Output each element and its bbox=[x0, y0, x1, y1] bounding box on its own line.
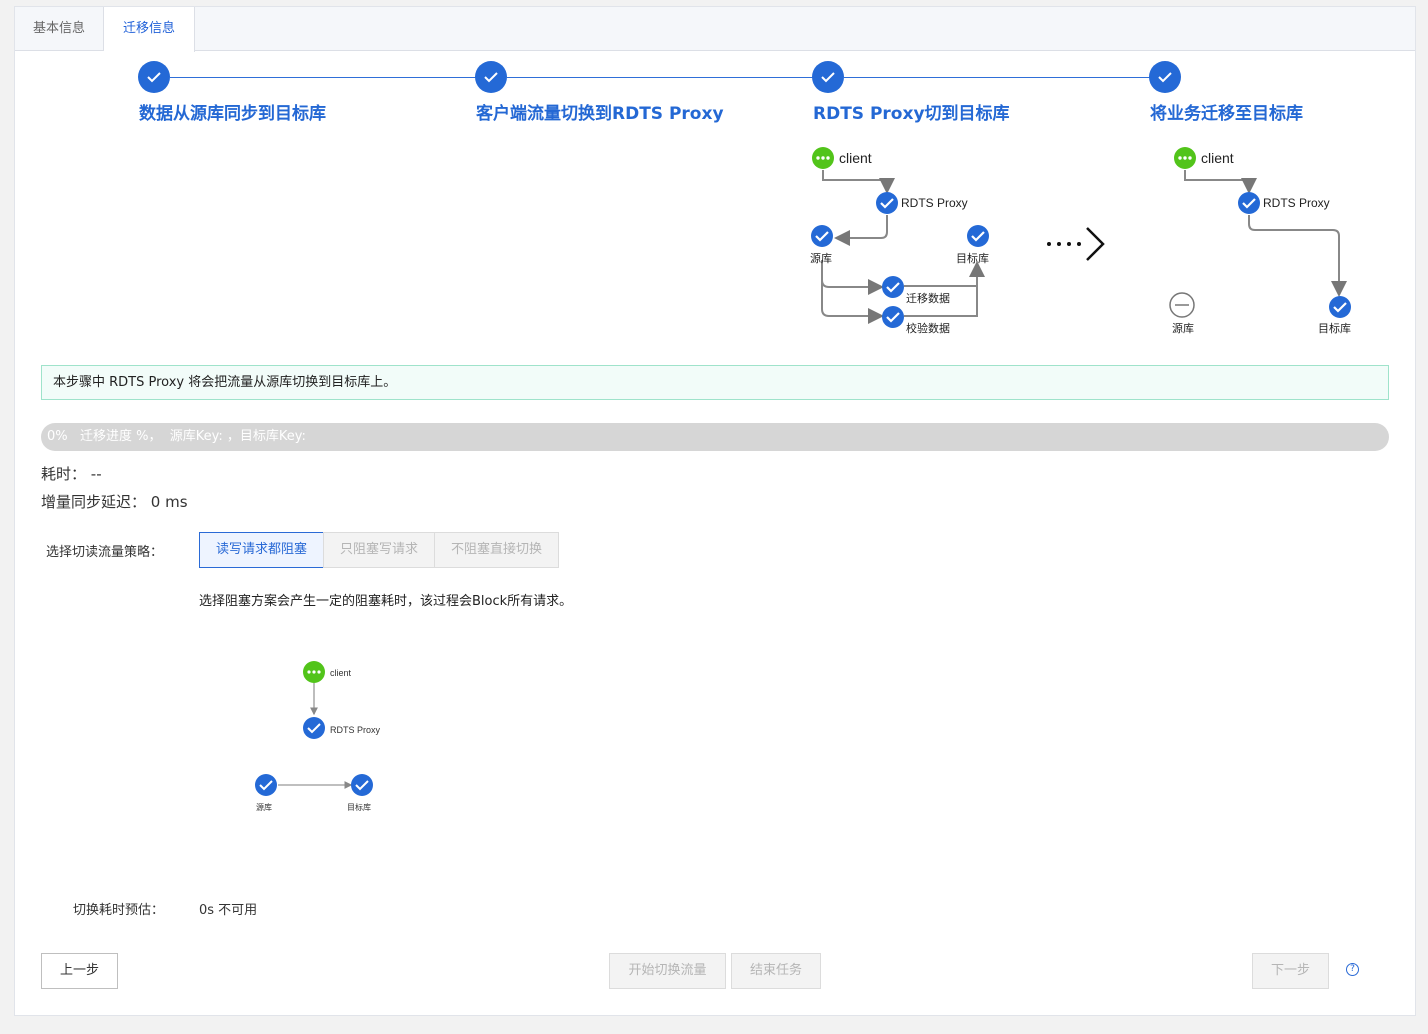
after-proxy-label: RDTS Proxy bbox=[1263, 196, 1330, 210]
switch-diagram: client RDTS Proxy 源库 目标库 迁移数据 校验数据 clien… bbox=[809, 147, 1353, 335]
end-task-button[interactable]: 结束任务 bbox=[731, 953, 821, 989]
small-proxy-label: RDTS Proxy bbox=[330, 725, 381, 735]
step-4-check-icon bbox=[1149, 61, 1181, 93]
next-step-button[interactable]: 下一步 bbox=[1252, 953, 1329, 989]
tab-bar: 基本信息 迁移信息 bbox=[15, 7, 1415, 52]
before-client-label: client bbox=[839, 150, 872, 166]
step-1-title: 数据从源库同步到目标库 bbox=[139, 104, 326, 124]
estimate-value: 0s 不可用 bbox=[199, 903, 258, 918]
client-dots-icon bbox=[812, 147, 834, 169]
step-1-check-icon bbox=[138, 61, 170, 93]
step-connector-2 bbox=[507, 77, 813, 78]
step-3-check-icon bbox=[812, 61, 844, 93]
diagram-before: client RDTS Proxy 源库 目标库 迁移数据 校验数据 bbox=[809, 147, 991, 335]
step-connector-3 bbox=[844, 77, 1150, 78]
strategy-option-no-block[interactable]: 不阻塞直接切换 bbox=[434, 532, 560, 568]
minus-circle-icon bbox=[1169, 292, 1195, 318]
tab-basic-info[interactable]: 基本信息 bbox=[15, 7, 104, 51]
start-switch-button[interactable]: 开始切换流量 bbox=[609, 953, 726, 989]
migrate-data-check-icon bbox=[880, 274, 906, 300]
after-client-label: client bbox=[1201, 150, 1234, 166]
sync-delay-label: 增量同步延迟： bbox=[41, 493, 147, 511]
help-icon[interactable]: ? bbox=[1346, 963, 1359, 976]
estimate-label: 切换耗时预估： bbox=[73, 903, 165, 918]
small-source-check-icon bbox=[255, 774, 277, 796]
sync-delay-row: 增量同步延迟： 0 ms bbox=[41, 491, 188, 512]
strategy-option-block-write[interactable]: 只阻塞写请求 bbox=[323, 532, 436, 568]
small-target-label: 目标库 bbox=[347, 802, 371, 812]
elapsed-label: 耗时： bbox=[41, 465, 87, 483]
after-source-label: 源库 bbox=[1172, 321, 1194, 335]
target-check-icon bbox=[965, 223, 991, 249]
verify-data-check-icon bbox=[880, 304, 906, 330]
before-target-label: 目标库 bbox=[956, 251, 989, 265]
tab-migration-info[interactable]: 迁移信息 bbox=[104, 7, 195, 52]
small-client-dots-icon bbox=[303, 661, 325, 683]
strategy-selector: 读写请求都阻塞 只阻塞写请求 不阻塞直接切换 bbox=[199, 532, 560, 568]
after-client-dots-icon bbox=[1174, 147, 1196, 169]
arrow-right-icon bbox=[1047, 227, 1105, 261]
verify-data-label: 校验数据 bbox=[906, 321, 950, 335]
step-connector-1 bbox=[170, 77, 476, 78]
small-client-label: client bbox=[330, 668, 352, 678]
after-target-label: 目标库 bbox=[1318, 321, 1351, 335]
migration-progress-bar: 0% 迁移进度 %， 源库Key: ，目标库Key: bbox=[41, 423, 1389, 451]
small-source-label: 源库 bbox=[256, 802, 272, 812]
sync-delay-value: 0 ms bbox=[150, 493, 188, 511]
diagram-after: client RDTS Proxy 源库 目标库 bbox=[1169, 147, 1353, 335]
step-2-check-icon bbox=[475, 61, 507, 93]
strategy-label: 选择切读流量策略： bbox=[46, 545, 164, 560]
after-target-check-icon bbox=[1327, 294, 1353, 320]
elapsed-value: -- bbox=[90, 465, 102, 483]
before-source-label: 源库 bbox=[810, 251, 832, 265]
step-4-title: 将业务迁移至目标库 bbox=[1150, 104, 1303, 124]
before-proxy-label: RDTS Proxy bbox=[901, 196, 968, 210]
proxy-check-icon bbox=[874, 190, 900, 216]
step-3-title: RDTS Proxy切到目标库 bbox=[813, 104, 1010, 124]
prev-step-button[interactable]: 上一步 bbox=[41, 953, 118, 989]
after-proxy-check-icon bbox=[1236, 190, 1262, 216]
strategy-diagram: client RDTS Proxy 源库 目标库 bbox=[255, 661, 381, 812]
small-proxy-check-icon bbox=[303, 717, 325, 739]
step-2-title: 客户端流量切换到RDTS Proxy bbox=[476, 104, 724, 124]
elapsed-row: 耗时： -- bbox=[41, 463, 102, 484]
strategy-hint: 选择阻塞方案会产生一定的阻塞耗时，该过程会Block所有请求。 bbox=[199, 594, 573, 609]
migrate-data-label: 迁移数据 bbox=[906, 291, 950, 305]
source-check-icon bbox=[809, 223, 835, 249]
info-message: 本步骤中 RDTS Proxy 将会把流量从源库切换到目标库上。 bbox=[41, 365, 1389, 400]
small-target-check-icon bbox=[351, 774, 373, 796]
strategy-option-block-all[interactable]: 读写请求都阻塞 bbox=[199, 532, 325, 568]
